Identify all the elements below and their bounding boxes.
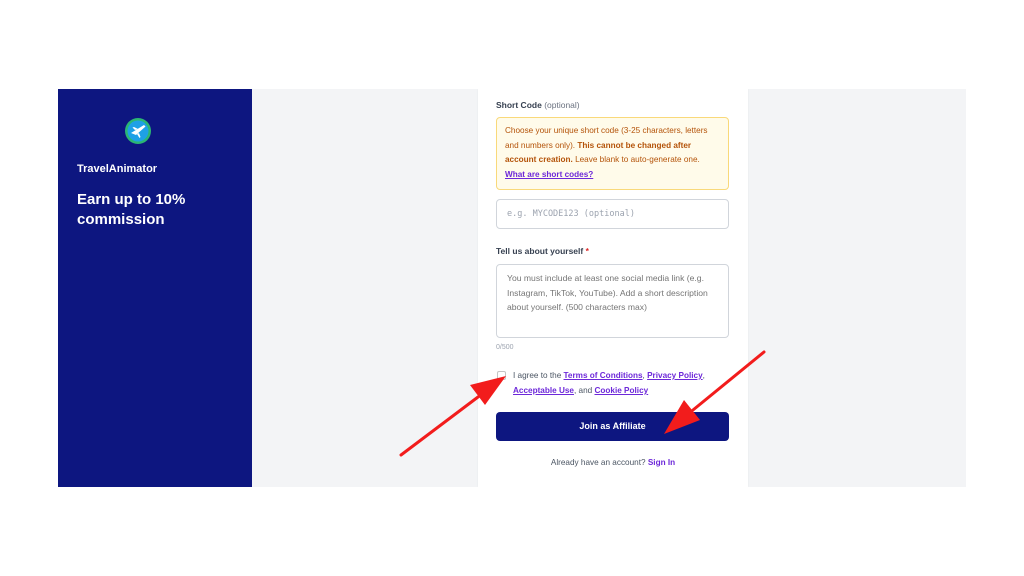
agreement-sep: , [702,371,705,380]
signin-link[interactable]: Sign In [648,458,675,467]
about-label: Tell us about yourself * [496,246,589,256]
short-code-placeholder: e.g. MYCODE123 (optional) [507,209,635,219]
agreement-sep: , and [573,386,595,395]
terms-link[interactable]: Terms of Conditions [564,371,643,380]
brand-panel: TravelAnimator Earn up to 10% commission [58,89,252,487]
join-affiliate-button[interactable]: Join as Affiliate [496,412,729,441]
affiliate-form: Short Code (optional) Choose your unique… [478,89,748,487]
character-counter: 0/500 [496,344,514,351]
about-label-text: Tell us about yourself [496,246,584,256]
agreement-prefix: I agree to the [513,371,564,380]
required-marker: * [585,246,589,256]
info-text-2: Leave blank to auto-generate one. [572,155,700,165]
airplane-globe-icon [125,118,151,144]
commission-headline: Earn up to 10% commission [77,191,186,228]
short-codes-help-link[interactable]: What are short codes? [505,170,593,179]
signin-prompt: Already have an account? [550,458,646,467]
short-code-input[interactable]: e.g. MYCODE123 (optional) [496,199,729,229]
cookie-policy-link[interactable]: Cookie Policy [594,386,648,395]
brand-name: TravelAnimator [77,163,158,175]
agree-checkbox[interactable] [497,371,506,380]
short-code-label-text: Short Code [496,100,542,110]
acceptable-use-link[interactable]: Acceptable Use [513,386,574,395]
agreement-text: I agree to the Terms of Conditions, Priv… [513,368,729,398]
short-code-label: Short Code (optional) [496,100,580,110]
short-code-info-box: Choose your unique short code (3-25 char… [496,117,729,190]
optional-hint: (optional) [544,100,580,110]
signin-row: Already have an account? Sign In [478,458,748,467]
about-textarea[interactable] [496,264,729,338]
signup-page: TravelAnimator Earn up to 10% commission… [58,89,966,487]
privacy-link[interactable]: Privacy Policy [647,371,703,380]
